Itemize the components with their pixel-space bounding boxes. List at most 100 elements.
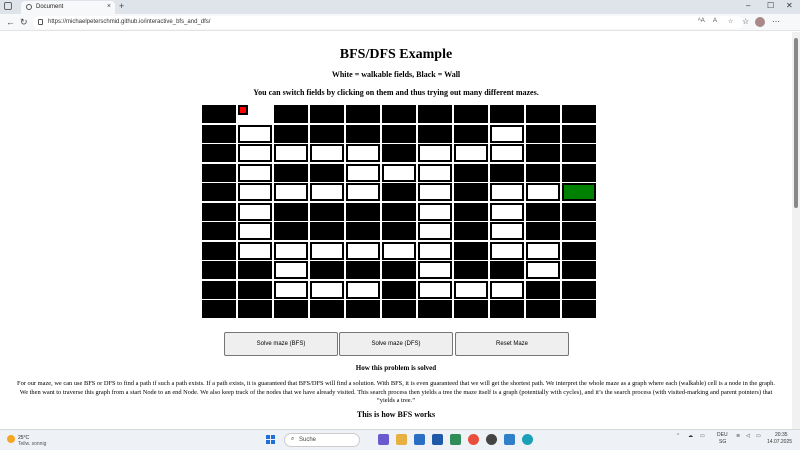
maze-cell-wall[interactable] <box>238 261 272 279</box>
windows-start-icon[interactable] <box>266 435 276 445</box>
maze-cell-wall[interactable] <box>202 163 236 182</box>
volume-icon[interactable]: ◁ <box>746 433 750 439</box>
maze-cell-wall[interactable] <box>562 241 596 260</box>
maze-cell-wall[interactable] <box>382 105 416 123</box>
maze-cell-wall[interactable] <box>202 261 236 279</box>
cloud-icon[interactable]: ☁ <box>688 433 693 439</box>
maze-cell-wall[interactable] <box>382 300 416 318</box>
maze-cell-walk[interactable] <box>274 144 308 162</box>
maze-cell-wall[interactable] <box>562 105 596 123</box>
maze-cell-start[interactable] <box>238 105 248 115</box>
maze-cell-walk[interactable] <box>418 261 452 279</box>
maze-cell-end[interactable] <box>562 183 596 201</box>
maze-cell-walk[interactable] <box>274 280 308 299</box>
maze-cell-wall[interactable] <box>418 124 452 143</box>
copilot-app-icon[interactable] <box>378 434 389 445</box>
maze-cell-walk[interactable] <box>310 241 344 260</box>
maze-cell-walk[interactable] <box>238 163 272 182</box>
onedrive-icon[interactable]: ▭ <box>700 433 705 439</box>
maze-cell-walk[interactable] <box>418 280 452 299</box>
maze-cell-walk[interactable] <box>490 183 524 201</box>
maze-cell-wall[interactable] <box>202 183 236 201</box>
maze-cell-wall[interactable] <box>562 222 596 240</box>
maze-cell-walk[interactable] <box>238 124 272 143</box>
maze-cell-wall[interactable] <box>490 163 524 182</box>
maze-cell-walk[interactable] <box>526 261 560 279</box>
maze-cell-walk[interactable] <box>490 144 524 162</box>
maze-cell-walk[interactable] <box>418 144 452 162</box>
maze-cell-wall[interactable] <box>202 124 236 143</box>
clock-time[interactable]: 20:35 <box>775 432 788 438</box>
maze-cell-walk[interactable] <box>418 241 452 260</box>
solve-dfs-button[interactable]: Solve maze (DFS) <box>339 332 453 356</box>
maze-cell-wall[interactable] <box>382 124 416 143</box>
maze-cell-wall[interactable] <box>382 261 416 279</box>
maze-cell-walk[interactable] <box>418 183 452 201</box>
maze-cell-walk[interactable] <box>346 280 380 299</box>
maze-cell-wall[interactable] <box>490 300 524 318</box>
maze-cell-wall[interactable] <box>202 144 236 162</box>
maze-cell-wall[interactable] <box>562 144 596 162</box>
maze-cell-wall[interactable] <box>382 222 416 240</box>
scrollbar-thumb[interactable] <box>794 38 798 208</box>
maze-cell-wall[interactable] <box>454 183 488 201</box>
maze-cell-walk[interactable] <box>382 241 416 260</box>
maze-cell-walk[interactable] <box>238 202 272 221</box>
maze-cell-wall[interactable] <box>418 105 452 123</box>
maze-cell-wall[interactable] <box>562 202 596 221</box>
close-window-button[interactable]: ✕ <box>786 1 793 10</box>
back-button[interactable]: ← <box>6 17 15 27</box>
maze-cell-walk[interactable] <box>274 241 308 260</box>
tab-close-icon[interactable]: × <box>107 3 111 10</box>
maze-cell-wall[interactable] <box>310 105 344 123</box>
vscode-icon[interactable] <box>504 434 515 445</box>
maze-cell-wall[interactable] <box>382 202 416 221</box>
maze-cell-wall[interactable] <box>310 163 344 182</box>
maze-cell-walk[interactable] <box>346 241 380 260</box>
maze-cell-wall[interactable] <box>490 261 524 279</box>
maze-cell-wall[interactable] <box>202 202 236 221</box>
maze-cell-wall[interactable] <box>202 280 236 299</box>
window-menu-icon[interactable] <box>4 2 12 10</box>
maze-cell-wall[interactable] <box>238 280 272 299</box>
page-scrollbar[interactable] <box>792 32 800 429</box>
maze-cell-walk[interactable] <box>526 241 560 260</box>
maze-cell-wall[interactable] <box>274 163 308 182</box>
maze-cell-wall[interactable] <box>454 105 488 123</box>
maze-cell-wall[interactable] <box>346 300 380 318</box>
maze-cell-walk[interactable] <box>310 144 344 162</box>
maze-cell-walk[interactable] <box>238 183 272 201</box>
minimize-button[interactable]: – <box>746 1 750 10</box>
maze-cell-wall[interactable] <box>346 105 380 123</box>
maze-cell-walk[interactable] <box>274 261 308 279</box>
maze-cell-wall[interactable] <box>454 163 488 182</box>
reset-maze-button[interactable]: Reset Maze <box>455 332 569 356</box>
maze-cell-wall[interactable] <box>454 300 488 318</box>
maze-cell-wall[interactable] <box>454 202 488 221</box>
maze-cell-walk[interactable] <box>238 144 272 162</box>
maze-cell-wall[interactable] <box>346 222 380 240</box>
tray-chevron-icon[interactable]: ⌃ <box>676 433 680 439</box>
favorite-star-icon[interactable]: ☆ <box>728 18 733 25</box>
maze-cell-wall[interactable] <box>310 124 344 143</box>
maze-cell-wall[interactable] <box>274 300 308 318</box>
maze-cell-wall[interactable] <box>526 280 560 299</box>
outlook-icon[interactable] <box>432 434 443 445</box>
maze-cell-wall[interactable] <box>526 202 560 221</box>
maze-cell-wall[interactable] <box>202 241 236 260</box>
maze-cell-walk[interactable] <box>310 280 344 299</box>
maze-cell-wall[interactable] <box>490 105 524 123</box>
favorites-icon[interactable]: ☆ <box>742 17 749 26</box>
maze-cell-walk[interactable] <box>454 280 488 299</box>
chrome-icon[interactable] <box>468 434 479 445</box>
maze-cell-wall[interactable] <box>274 202 308 221</box>
maze-cell-wall[interactable] <box>238 300 272 318</box>
maze-cell-wall[interactable] <box>454 124 488 143</box>
maze-cell-wall[interactable] <box>310 261 344 279</box>
maze-cell-wall[interactable] <box>454 222 488 240</box>
maximize-button[interactable]: ☐ <box>767 1 774 10</box>
maze-cell-walk[interactable] <box>454 144 488 162</box>
maze-cell-walk[interactable] <box>346 163 380 182</box>
maze-cell-walk[interactable] <box>490 280 524 299</box>
maze-cell-walk[interactable] <box>490 241 524 260</box>
